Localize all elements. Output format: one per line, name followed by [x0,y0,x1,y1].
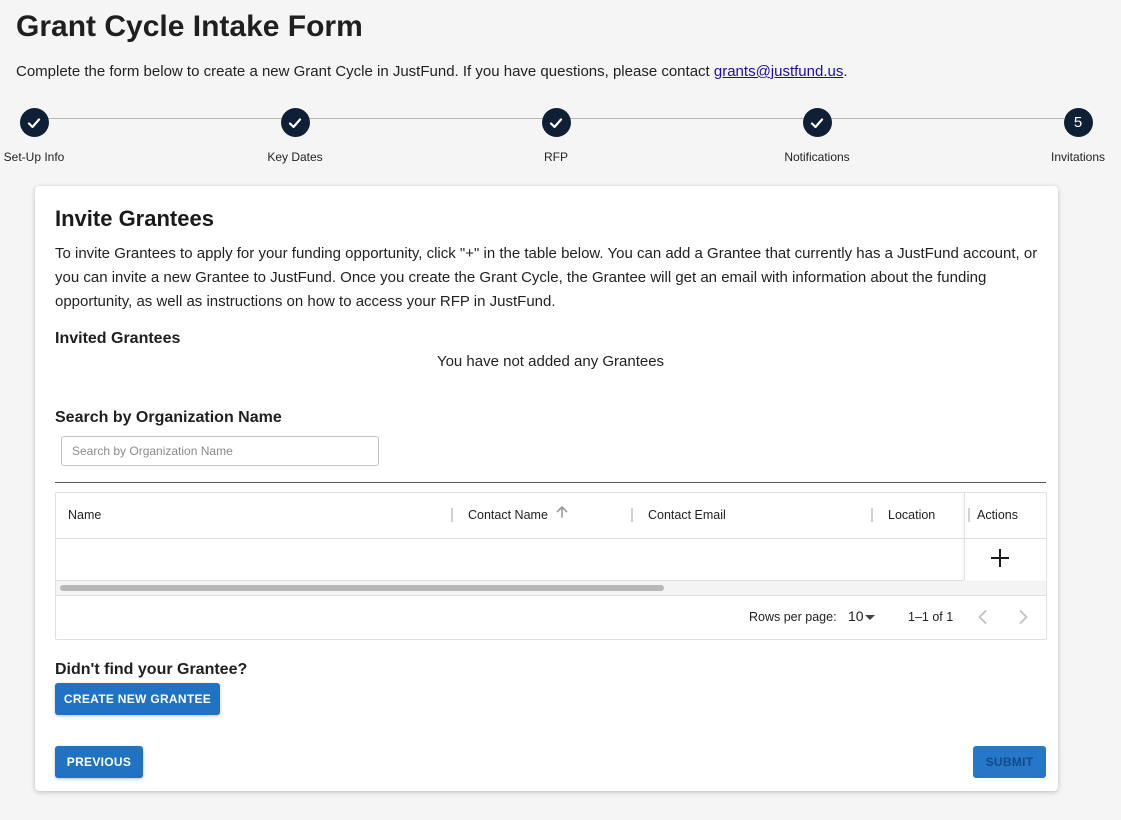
column-header-contact-name[interactable]: Contact Name [468,493,569,538]
step-label: Notifications [784,150,850,164]
check-icon [802,108,832,137]
check-icon [19,108,49,137]
check-icon [280,108,310,137]
column-header-contact-email[interactable]: Contact Email [648,493,726,538]
check-icon [541,108,571,137]
scrollbar-thumb[interactable] [60,585,664,591]
submit-button[interactable]: SUBMIT [973,746,1046,778]
grantee-table: Name Contact Name Contact Email Location… [55,492,1047,640]
rows-per-page-label: Rows per page: [749,610,837,624]
column-header-label: Contact Name [468,508,548,522]
invite-grantees-card: Invite Grantees To invite Grantees to ap… [35,186,1058,791]
create-new-grantee-button[interactable]: CREATE NEW GRANTEE [55,683,220,715]
sort-ascending-icon[interactable] [555,493,569,538]
card-title: Invite Grantees [55,206,214,231]
step-label: Set-Up Info [3,150,65,164]
empty-grantees-message: You have not added any Grantees [436,353,665,370]
not-found-heading: Didn't find your Grantee? [55,661,248,678]
search-input[interactable] [61,436,379,466]
step-notifications: Notifications [762,108,872,164]
intro-end: . [843,63,848,80]
add-grantee-plus-icon[interactable] [989,547,1011,569]
card-description: To invite Grantees to apply for your fun… [55,245,1038,310]
step-set-up-info: Set-Up Info [0,108,89,164]
step-number: 5 [1063,108,1093,137]
step-invitations: 5 Invitations [1023,108,1121,164]
table-header: Name Contact Name Contact Email Location [56,493,1046,539]
search-heading: Search by Organization Name [55,409,282,426]
stepper: Set-Up Info Key Dates RFP Notifications … [0,108,1121,168]
step-key-dates: Key Dates [240,108,350,164]
actions-divider [965,538,1046,539]
invited-grantees-heading: Invited Grantees [55,330,181,347]
column-separator[interactable] [871,508,873,522]
previous-button[interactable]: PREVIOUS [55,746,143,778]
column-separator [968,508,970,522]
column-separator[interactable] [451,508,453,522]
step-label: Invitations [1050,150,1106,164]
column-header-name[interactable]: Name [68,493,101,538]
horizontal-scrollbar[interactable] [56,581,1046,596]
divider [55,482,1046,483]
step-label: Key Dates [267,150,323,164]
contact-email-link[interactable]: grants@justfund.us [714,63,843,80]
page-intro: Complete the form below to create a new … [16,63,848,80]
previous-page-icon[interactable] [973,607,993,627]
page-title: Grant Cycle Intake Form [16,10,363,43]
chevron-down-icon [864,614,875,620]
pagination-range: 1–1 of 1 [908,610,954,624]
intro-text: Complete the form below to create a new … [16,63,714,80]
rows-per-page-value: 10 [848,608,864,624]
pagination: Rows per page: 10 1–1 of 1 [56,596,1046,639]
column-separator[interactable] [631,508,633,522]
table-row [56,539,964,581]
step-rfp: RFP [501,108,611,164]
step-label: RFP [544,150,568,164]
actions-column: Actions [964,493,1046,580]
column-header-location[interactable]: Location [888,493,935,538]
column-header-actions: Actions [977,508,1018,522]
next-page-icon[interactable] [1013,607,1033,627]
rows-per-page-select[interactable]: 10 [848,608,875,624]
